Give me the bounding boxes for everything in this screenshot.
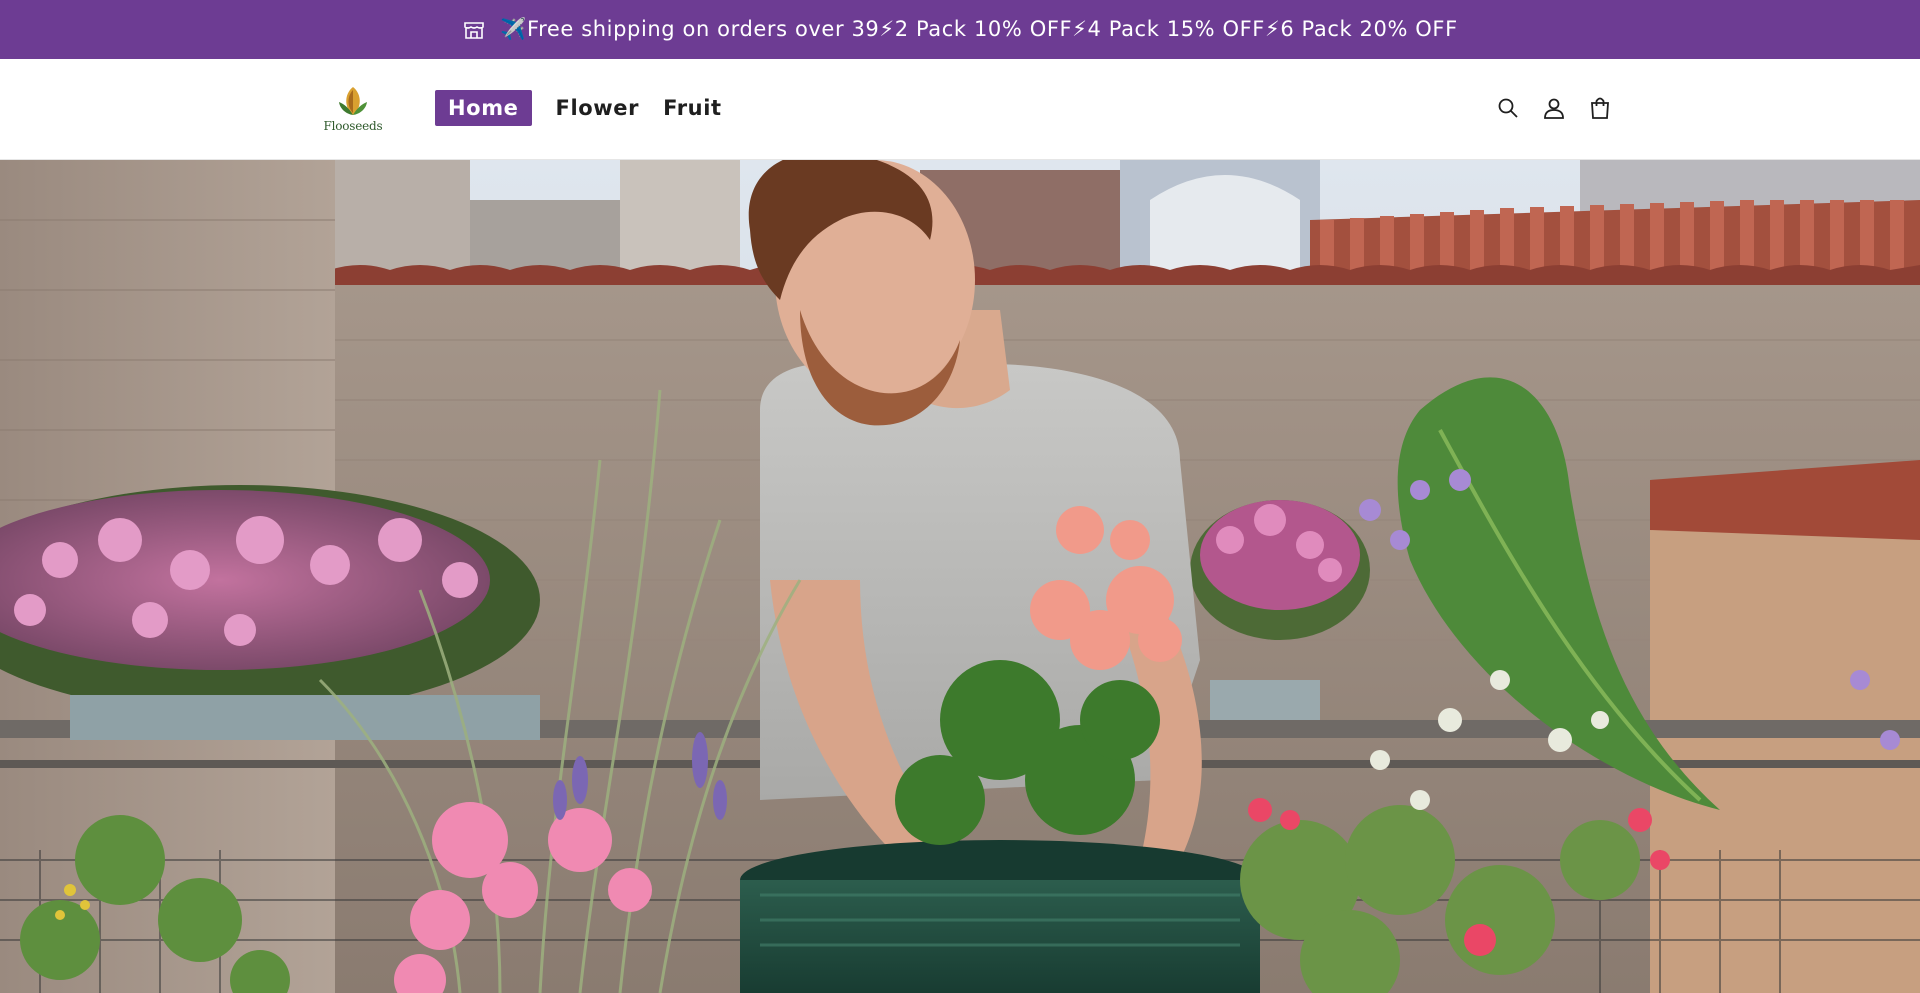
- logo[interactable]: Flooseeds: [322, 84, 384, 136]
- main-nav: Home Flower Fruit: [435, 90, 722, 126]
- nav-item-fruit[interactable]: Fruit: [663, 90, 722, 126]
- nav-item-home[interactable]: Home: [435, 90, 532, 126]
- header-icons: [1496, 96, 1612, 120]
- site-header: Flooseeds Home Flower Fruit: [0, 59, 1920, 160]
- announcement-text: ✈️Free shipping on orders over 39⚡2 Pack…: [500, 17, 1458, 41]
- hero-image: [0, 160, 1920, 993]
- search-icon[interactable]: [1496, 96, 1520, 120]
- store-icon: [462, 18, 486, 42]
- nav-item-flower[interactable]: Flower: [556, 90, 640, 126]
- cart-icon[interactable]: [1588, 96, 1612, 120]
- announcement-bar: ✈️Free shipping on orders over 39⚡2 Pack…: [0, 0, 1920, 59]
- logo-text: Flooseeds: [323, 119, 383, 133]
- hero-banner[interactable]: [0, 160, 1920, 993]
- account-icon[interactable]: [1542, 96, 1566, 120]
- leaf-logo-icon: [339, 87, 367, 115]
